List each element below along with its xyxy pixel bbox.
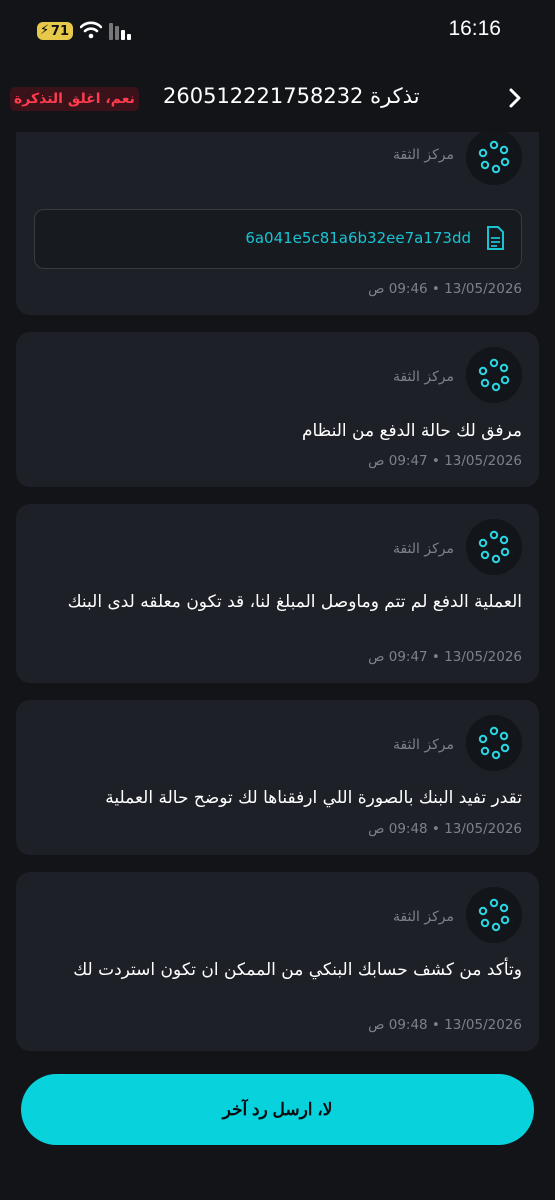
file-name: 6a041e5c81a6b32ee7a173dd <box>245 229 471 247</box>
message-time: 13/05/2026 • 09:48 ص <box>368 1017 522 1033</box>
messages-list[interactable]: مركز الثقة 6a041e5c81a6b32ee7a173dd 13/0… <box>0 132 555 1062</box>
message-card: مركز الثقة مرفق لك حالة الدفع من النظام … <box>16 332 539 487</box>
sender-name: مركز الثقة <box>392 737 454 753</box>
sender-name: مركز الثقة <box>392 909 454 925</box>
file-icon <box>487 226 504 250</box>
file-attachment[interactable]: 6a041e5c81a6b32ee7a173dd <box>34 209 522 269</box>
sender-name: مركز الثقة <box>392 147 454 163</box>
wifi-icon <box>80 21 102 39</box>
message-card: مركز الثقة العملية الدفع لم تتم وماوصل ا… <box>16 504 539 683</box>
charging-icon: ⚡ <box>40 23 50 38</box>
battery-indicator: ⚡ 71 <box>37 22 73 40</box>
sender-name: مركز الثقة <box>392 541 454 557</box>
message-text: مرفق لك حالة الدفع من النظام <box>301 421 522 441</box>
message-time: 13/05/2026 • 09:48 ص <box>368 821 522 837</box>
avatar-logo-icon <box>478 358 510 392</box>
sender-name: مركز الثقة <box>392 369 454 385</box>
back-chevron-icon[interactable] <box>505 86 525 110</box>
avatar <box>466 132 522 185</box>
battery-level: 71 <box>50 23 69 39</box>
message-text: وتأكد من كشف حسابك البنكي من الممكن ان ت… <box>73 960 522 980</box>
message-card: مركز الثقة تقدر تفيد البنك بالصورة اللي … <box>16 700 539 855</box>
avatar <box>466 715 522 771</box>
send-another-reply-button[interactable]: لا، ارسل رد آخر <box>21 1074 534 1145</box>
message-time: 13/05/2026 • 09:47 ص <box>368 649 522 665</box>
message-text: العملية الدفع لم تتم وماوصل المبلغ لنا، … <box>67 592 522 612</box>
status-bar: ⚡ 71 16:16 <box>0 0 555 62</box>
avatar-logo-icon <box>478 726 510 760</box>
message-time: 13/05/2026 • 09:47 ص <box>368 453 522 469</box>
avatar <box>466 519 522 575</box>
avatar-logo-icon <box>478 140 510 174</box>
avatar-logo-icon <box>478 898 510 932</box>
avatar <box>466 347 522 403</box>
close-ticket-button[interactable]: نعم، اغلق التذكرة <box>10 87 139 111</box>
clock: 16:16 <box>448 17 501 40</box>
message-card: مركز الثقة 6a041e5c81a6b32ee7a173dd 13/0… <box>16 132 539 315</box>
avatar-logo-icon <box>478 530 510 564</box>
page-title: تذكرة 260512221758232 <box>163 84 420 108</box>
avatar <box>466 887 522 943</box>
message-text: تقدر تفيد البنك بالصورة اللي ارفقناها لك… <box>105 788 522 808</box>
message-card: مركز الثقة وتأكد من كشف حسابك البنكي من … <box>16 872 539 1051</box>
signal-icon <box>109 22 131 40</box>
message-time: 13/05/2026 • 09:46 ص <box>368 281 522 297</box>
